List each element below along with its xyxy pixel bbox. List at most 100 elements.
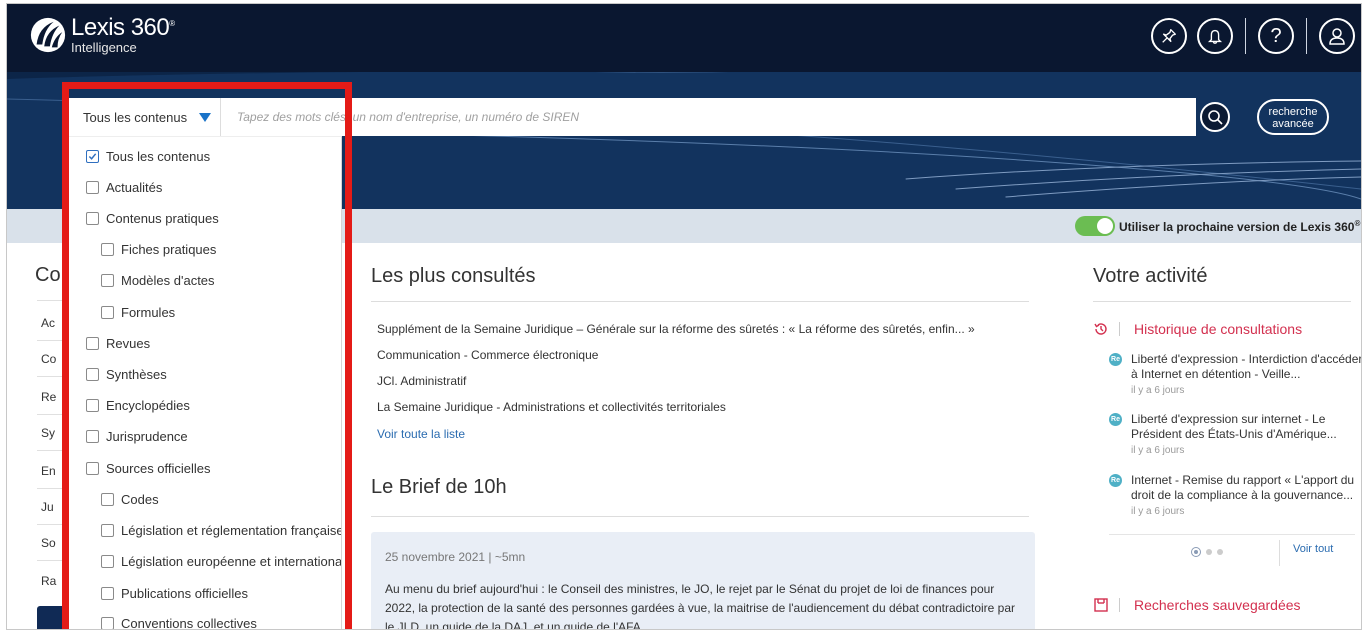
search-icon bbox=[1208, 110, 1223, 125]
scope-option-contenus-pratiques[interactable]: Contenus pratiques bbox=[86, 211, 219, 226]
separator bbox=[1119, 322, 1120, 336]
bell-icon bbox=[1207, 29, 1223, 44]
left-item[interactable]: Ju bbox=[41, 500, 54, 514]
checkbox[interactable] bbox=[101, 587, 114, 600]
scope-option-legislation-fr[interactable]: Législation et réglementation françaises bbox=[101, 523, 341, 538]
left-item[interactable]: Co bbox=[41, 352, 56, 366]
most-viewed-item[interactable]: Supplément de la Semaine Juridique – Gén… bbox=[377, 322, 975, 336]
left-item[interactable]: Ac bbox=[41, 316, 55, 330]
scope-option-label: Formules bbox=[121, 305, 176, 320]
scope-option-all[interactable]: Tous les contenus bbox=[86, 149, 210, 164]
carousel-dot[interactable] bbox=[1217, 549, 1223, 555]
checkbox[interactable] bbox=[86, 399, 99, 412]
checkbox[interactable] bbox=[101, 524, 114, 537]
scope-option-revues[interactable]: Revues bbox=[86, 336, 150, 351]
advanced-search-button[interactable]: recherche avancée bbox=[1257, 99, 1329, 135]
advanced-search-line2: avancée bbox=[1272, 118, 1314, 130]
next-version-toggle[interactable] bbox=[1075, 216, 1115, 236]
see-all-activity-link[interactable]: Voir tout bbox=[1293, 543, 1333, 555]
scope-option-encyclopedies[interactable]: Encyclopédies bbox=[86, 398, 190, 413]
left-action-button[interactable] bbox=[37, 606, 67, 629]
activity-item[interactable]: Re Liberté d'expression sur internet - L… bbox=[1109, 412, 1361, 456]
history-header[interactable]: Historique de consultations bbox=[1093, 321, 1302, 337]
brief-card[interactable]: 25 novembre 2021 | ~5mn Au menu du brief… bbox=[371, 532, 1035, 629]
left-item[interactable]: Sy bbox=[41, 426, 55, 440]
most-viewed-item[interactable]: La Semaine Juridique - Administrations e… bbox=[377, 400, 726, 414]
left-item[interactable]: Ra bbox=[41, 574, 56, 588]
left-item[interactable]: En bbox=[41, 464, 56, 478]
brief-date: 25 novembre 2021 | ~5mn bbox=[385, 550, 526, 564]
check-icon bbox=[88, 153, 97, 160]
activity-item[interactable]: Re Internet - Remise du rapport « L'appo… bbox=[1109, 473, 1361, 517]
scope-option-label: Actualités bbox=[106, 180, 163, 195]
icon-separator bbox=[1306, 18, 1307, 54]
account-button[interactable] bbox=[1319, 18, 1355, 54]
checkbox-checked[interactable] bbox=[86, 150, 99, 163]
search-input[interactable] bbox=[221, 98, 1196, 136]
history-label: Historique de consultations bbox=[1134, 321, 1303, 337]
scope-option-codes[interactable]: Codes bbox=[101, 492, 159, 507]
scope-option-conventions-collectives[interactable]: Conventions collectives bbox=[101, 616, 257, 629]
scope-option-actualites[interactable]: Actualités bbox=[86, 180, 162, 195]
carousel-dot-active[interactable] bbox=[1191, 547, 1201, 557]
checkbox[interactable] bbox=[86, 462, 99, 475]
help-button[interactable]: ? bbox=[1258, 18, 1294, 54]
scope-option-label: Fiches pratiques bbox=[121, 242, 217, 257]
search-button[interactable] bbox=[1200, 102, 1230, 132]
left-item[interactable]: Re bbox=[41, 390, 56, 404]
checkbox[interactable] bbox=[86, 212, 99, 225]
divider bbox=[37, 450, 67, 451]
saved-searches-label: Recherches sauvegardées bbox=[1134, 597, 1301, 613]
checkbox[interactable] bbox=[101, 243, 114, 256]
left-item[interactable]: So bbox=[41, 536, 56, 550]
scope-option-label: Sources officielles bbox=[106, 461, 211, 476]
left-column: Co Ac Co Re Sy En Ju So Ra bbox=[7, 244, 67, 629]
see-all-link[interactable]: Voir toute la liste bbox=[377, 427, 465, 441]
app-window: Lexis 360® Intelligence ? Tous les conte… bbox=[6, 3, 1362, 630]
divider bbox=[37, 560, 67, 561]
checkbox[interactable] bbox=[86, 181, 99, 194]
toggle-label: Utiliser la prochaine version de Lexis 3… bbox=[1119, 220, 1355, 234]
carousel-dot[interactable] bbox=[1206, 549, 1212, 555]
user-icon bbox=[1329, 28, 1345, 45]
checkbox[interactable] bbox=[86, 368, 99, 381]
scope-option-formules[interactable]: Formules bbox=[101, 305, 175, 320]
saved-searches-header[interactable]: Recherches sauvegardées bbox=[1093, 597, 1301, 613]
scope-option-label: Publications officielles bbox=[121, 586, 248, 601]
scope-option-label: Contenus pratiques bbox=[106, 211, 219, 226]
activity-item[interactable]: Re Liberté d'expression - Interdiction d… bbox=[1109, 352, 1361, 396]
separator bbox=[1119, 598, 1120, 612]
notifications-button[interactable] bbox=[1197, 18, 1233, 54]
scope-option-modeles-actes[interactable]: Modèles d'actes bbox=[101, 273, 215, 288]
separator bbox=[1279, 540, 1280, 566]
scope-dropdown[interactable]: Tous les contenus bbox=[64, 98, 221, 136]
carousel-dots bbox=[1191, 547, 1228, 557]
scope-option-syntheses[interactable]: Synthèses bbox=[86, 367, 167, 382]
most-viewed-title: Les plus consultés bbox=[371, 265, 536, 287]
scope-option-fiches-pratiques[interactable]: Fiches pratiques bbox=[101, 242, 216, 257]
revue-badge-icon: Re bbox=[1109, 474, 1122, 487]
pin-button[interactable] bbox=[1151, 18, 1187, 54]
scope-dropdown-menu: Tous les contenus Actualités Contenus pr… bbox=[64, 136, 342, 629]
scope-option-jurisprudence[interactable]: Jurisprudence bbox=[86, 429, 188, 444]
checkbox[interactable] bbox=[101, 493, 114, 506]
scope-option-sources-officielles[interactable]: Sources officielles bbox=[86, 461, 211, 476]
toggle-registered-mark: ® bbox=[1354, 219, 1361, 228]
checkbox[interactable] bbox=[101, 555, 114, 568]
logo[interactable]: Lexis 360® Intelligence bbox=[29, 16, 175, 54]
history-icon bbox=[1094, 323, 1107, 335]
checkbox[interactable] bbox=[101, 274, 114, 287]
checkbox[interactable] bbox=[101, 306, 114, 319]
most-viewed-item[interactable]: JCl. Administratif bbox=[377, 374, 466, 388]
checkbox[interactable] bbox=[86, 337, 99, 350]
scope-option-legislation-eu[interactable]: Législation européenne et internationale bbox=[101, 554, 341, 569]
checkbox[interactable] bbox=[86, 430, 99, 443]
scope-option-label: Codes bbox=[121, 492, 159, 507]
divider bbox=[37, 376, 67, 377]
scope-option-publications-officielles[interactable]: Publications officielles bbox=[101, 586, 248, 601]
most-viewed-item[interactable]: Communication - Commerce électronique bbox=[377, 348, 598, 362]
divider bbox=[1093, 301, 1351, 302]
search-bar: Tous les contenus bbox=[64, 98, 1196, 136]
checkbox[interactable] bbox=[101, 617, 114, 629]
lexis-logo-icon bbox=[30, 17, 66, 53]
